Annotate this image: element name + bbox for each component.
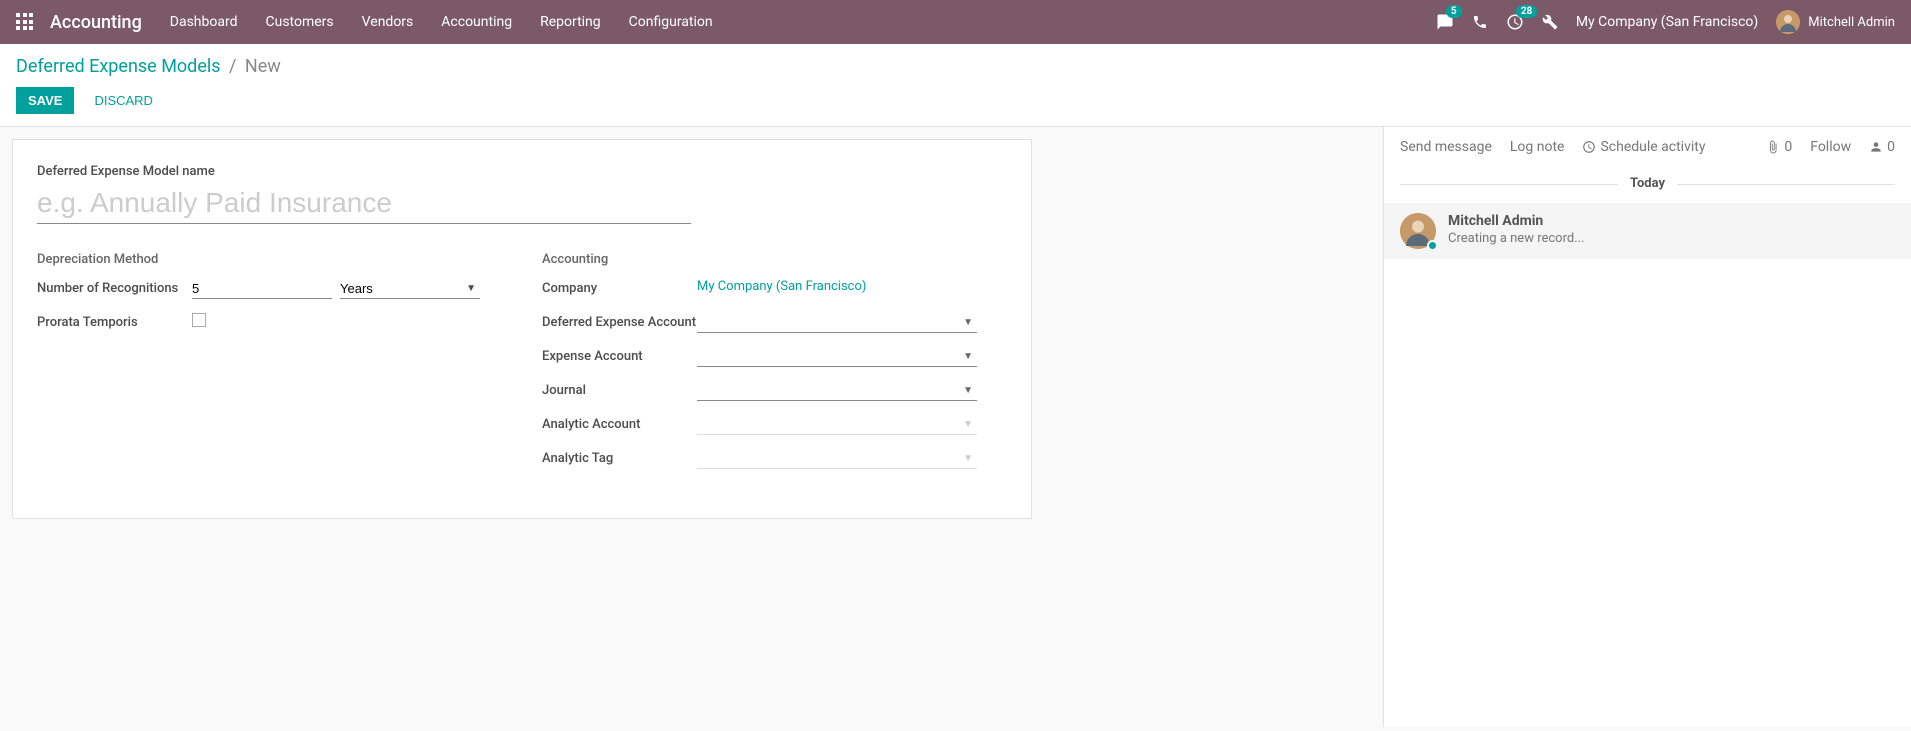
deferred-expense-account-input[interactable] [697,313,977,333]
expense-account-label: Expense Account [542,347,697,364]
analytic-tag-label: Analytic Tag [542,449,697,466]
log-note-button[interactable]: Log note [1510,139,1565,155]
phone-icon[interactable] [1472,14,1488,30]
company-value[interactable]: My Company (San Francisco) [697,279,866,294]
discard-button[interactable]: DISCARD [82,87,165,114]
activities-icon[interactable]: 28 [1506,13,1524,31]
save-button[interactable]: SAVE [16,87,74,114]
user-name: Mitchell Admin [1808,15,1895,30]
paperclip-icon [1766,140,1780,154]
accounting-group-title: Accounting [542,252,1007,267]
company-selector[interactable]: My Company (San Francisco) [1576,14,1758,30]
control-panel: Deferred Expense Models / New SAVE DISCA… [0,44,1911,127]
message-body: Creating a new record... [1448,231,1585,246]
online-status-icon [1427,240,1438,251]
main-content: Deferred Expense Model name Depreciation… [0,127,1911,727]
messages-badge: 5 [1446,5,1462,18]
app-brand[interactable]: Accounting [50,12,142,33]
chatter-panel: Send message Log note Schedule activity … [1383,127,1911,727]
schedule-activity-button[interactable]: Schedule activity [1582,139,1705,155]
deferred-expense-account-label: Deferred Expense Account [542,313,697,330]
clock-icon [1582,140,1596,154]
message-avatar-icon [1400,213,1436,249]
prorata-label: Prorata Temporis [37,313,192,330]
recognitions-unit-select[interactable] [340,279,480,299]
user-avatar-icon [1776,10,1800,34]
breadcrumb-parent[interactable]: Deferred Expense Models [16,56,221,77]
top-navbar: Accounting Dashboard Customers Vendors A… [0,0,1911,44]
nav-menu: Dashboard Customers Vendors Accounting R… [170,14,713,30]
person-icon [1869,140,1883,154]
breadcrumb: Deferred Expense Models / New [16,56,1895,77]
num-recognitions-input[interactable] [192,279,332,299]
depreciation-group-title: Depreciation Method [37,252,502,267]
analytic-tag-input[interactable] [697,449,977,469]
nav-accounting[interactable]: Accounting [441,14,512,30]
num-recognitions-label: Number of Recognitions [37,279,192,296]
name-input[interactable] [37,183,691,224]
nav-dashboard[interactable]: Dashboard [170,14,238,30]
nav-vendors[interactable]: Vendors [362,14,414,30]
attachments-button[interactable]: 0 [1766,139,1792,155]
analytic-account-input[interactable] [697,415,977,435]
nav-configuration[interactable]: Configuration [629,14,713,30]
chatter-day-separator: Today [1384,176,1911,191]
journal-input[interactable] [697,381,977,401]
followers-button[interactable]: 0 [1869,139,1895,155]
activities-badge: 28 [1516,5,1537,18]
journal-label: Journal [542,381,697,398]
user-menu[interactable]: Mitchell Admin [1776,10,1895,34]
expense-account-input[interactable] [697,347,977,367]
analytic-account-label: Analytic Account [542,415,697,432]
apps-icon[interactable] [16,13,34,31]
nav-customers[interactable]: Customers [266,14,334,30]
nav-reporting[interactable]: Reporting [540,14,601,30]
breadcrumb-current: New [245,56,281,77]
company-label: Company [542,279,697,296]
follow-button[interactable]: Follow [1810,139,1851,155]
prorata-checkbox[interactable] [192,313,206,327]
debug-icon[interactable] [1542,14,1558,30]
chatter-message: Mitchell Admin Creating a new record... [1384,203,1911,259]
message-author: Mitchell Admin [1448,213,1585,229]
send-message-button[interactable]: Send message [1400,139,1492,155]
messages-icon[interactable]: 5 [1436,13,1454,31]
name-field-label: Deferred Expense Model name [37,164,1007,179]
form-sheet: Deferred Expense Model name Depreciation… [12,139,1032,519]
